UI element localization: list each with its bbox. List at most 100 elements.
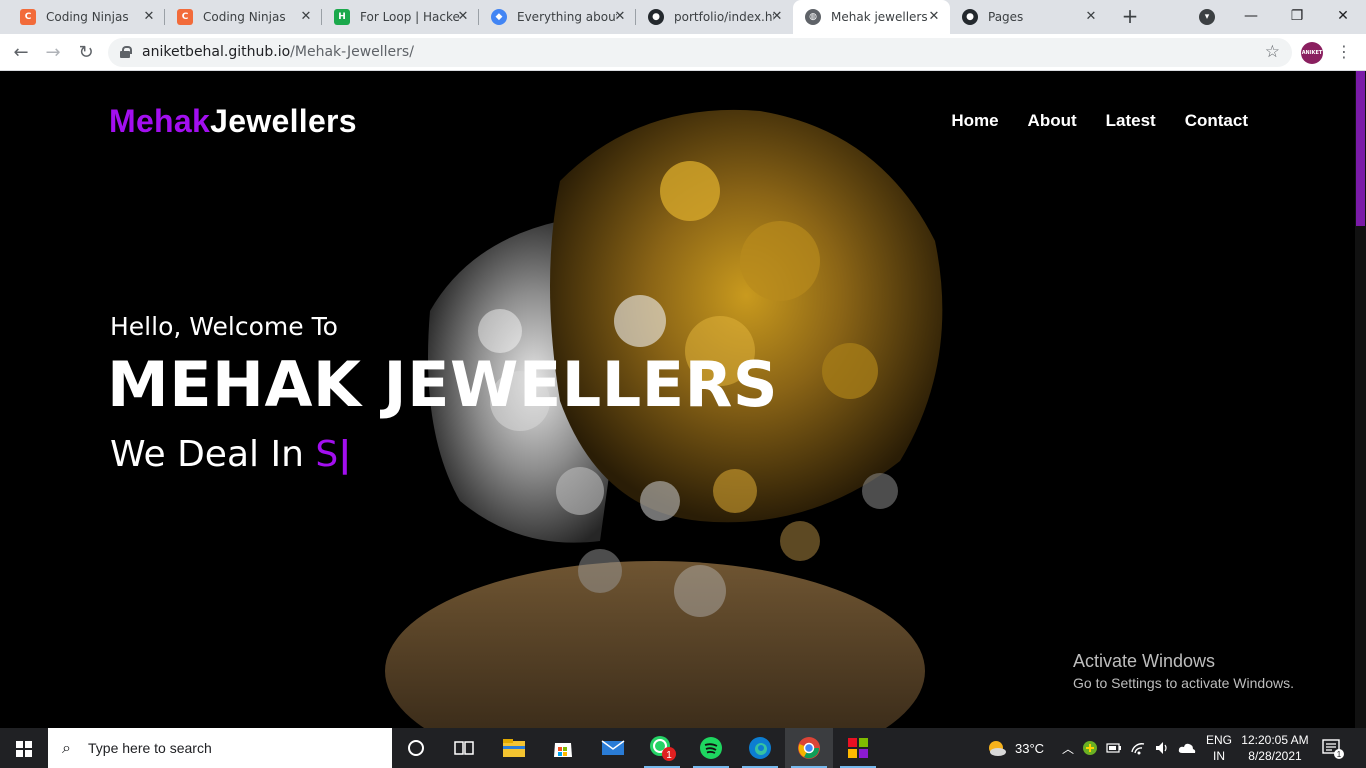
close-tab-icon[interactable]: ✕ xyxy=(141,9,157,25)
whatsapp-icon[interactable]: 1 xyxy=(638,728,686,768)
hero-greeting: Hello, Welcome To xyxy=(110,312,338,341)
lock-icon[interactable] xyxy=(120,46,132,58)
weather-sun-icon xyxy=(989,741,1006,756)
app-grid-icon[interactable] xyxy=(834,728,882,768)
url-text[interactable]: aniketbehal.github.io/Mehak-Jewellers/ xyxy=(142,44,414,60)
close-tab-icon[interactable]: ✕ xyxy=(455,9,471,25)
page-scrollbar[interactable] xyxy=(1355,71,1366,728)
browser-tab[interactable]: ● portfolio/index.ht ✕ xyxy=(636,0,793,34)
browser-tab[interactable]: ◆ Everything about ✕ xyxy=(479,0,636,34)
bookmark-star-icon[interactable]: ☆ xyxy=(1265,42,1280,62)
diamond-favicon-icon: ◆ xyxy=(491,9,507,25)
url-host: aniketbehal.github.io xyxy=(142,44,291,60)
start-button[interactable] xyxy=(0,728,48,768)
clock-time: 12:20:05 AM xyxy=(1241,733,1309,747)
nav-link-home[interactable]: Home xyxy=(951,111,998,131)
site-logo[interactable]: MehakJewellers xyxy=(109,103,357,140)
scrollbar-thumb[interactable] xyxy=(1356,71,1365,226)
onedrive-cloud-icon[interactable] xyxy=(1178,740,1196,756)
github-favicon-icon: ● xyxy=(648,9,664,25)
tab-title: portfolio/index.ht xyxy=(674,10,774,24)
logo-rest-text: Jewellers xyxy=(210,103,357,139)
profile-avatar[interactable]: ANIKET BEHAL xyxy=(1301,42,1323,78)
tab-search-icon[interactable]: ▾ xyxy=(1199,9,1215,25)
coding-ninjas-favicon-icon: C xyxy=(177,9,193,25)
battery-icon[interactable] xyxy=(1106,740,1122,756)
close-tab-icon[interactable]: ✕ xyxy=(769,9,785,25)
activate-windows-watermark: Activate Windows Go to Settings to activ… xyxy=(1073,651,1294,691)
tab-title: Pages xyxy=(988,10,1024,24)
region-code: IN xyxy=(1213,749,1225,763)
minimize-button[interactable]: — xyxy=(1228,0,1274,32)
security-icon[interactable] xyxy=(1082,740,1098,756)
site-nav: Home About Latest Contact xyxy=(951,111,1248,131)
typing-cursor: | xyxy=(338,434,352,475)
close-tab-icon[interactable]: ✕ xyxy=(298,9,314,25)
browser-tab[interactable]: ● Pages ✕ xyxy=(950,0,1107,34)
edge-icon[interactable] xyxy=(736,728,784,768)
chrome-icon[interactable] xyxy=(785,728,833,768)
system-tray-icons: ︿ xyxy=(1062,728,1196,768)
browser-tab[interactable]: C Coding Ninjas ✕ xyxy=(8,0,165,34)
address-bar[interactable]: aniketbehal.github.io/Mehak-Jewellers/ ☆ xyxy=(108,38,1292,67)
cortana-icon[interactable] xyxy=(392,728,440,768)
github-favicon-icon: ● xyxy=(962,9,978,25)
back-arrow-icon[interactable]: ← xyxy=(9,41,33,65)
tab-title: Coding Ninjas xyxy=(46,10,129,24)
clock-date: 8/28/2021 xyxy=(1248,749,1302,763)
tab-title: For Loop | Hacker xyxy=(360,10,460,24)
page-viewport: MehakJewellers Home About Latest Contact… xyxy=(0,71,1355,728)
nav-link-about[interactable]: About xyxy=(1028,111,1077,131)
whatsapp-badge-count: 1 xyxy=(666,750,672,761)
nav-link-latest[interactable]: Latest xyxy=(1106,111,1156,131)
speaker-icon[interactable] xyxy=(1154,740,1170,756)
hackerrank-favicon-icon: H xyxy=(334,9,350,25)
tab-title: Coding Ninjas xyxy=(203,10,286,24)
tab-title: Mehak jewellers xyxy=(831,10,928,24)
chevron-up-icon[interactable]: ︿ xyxy=(1062,740,1074,757)
reload-icon[interactable]: ↻ xyxy=(74,41,98,65)
wifi-icon[interactable] xyxy=(1130,740,1146,756)
close-tab-icon[interactable]: ✕ xyxy=(926,9,942,25)
close-tab-icon[interactable]: ✕ xyxy=(1083,9,1099,25)
forward-arrow-icon[interactable]: → xyxy=(41,41,65,65)
windows-logo-icon xyxy=(16,741,32,757)
nav-link-contact[interactable]: Contact xyxy=(1185,111,1248,131)
file-explorer-icon[interactable] xyxy=(490,728,538,768)
taskbar-search-box[interactable]: ⌕ Type here to search xyxy=(48,728,392,768)
watermark-title: Activate Windows xyxy=(1073,651,1216,671)
deal-prefix: We Deal In xyxy=(110,434,316,475)
task-view-icon[interactable] xyxy=(440,728,488,768)
weather-widget[interactable]: 33°C xyxy=(985,728,1044,768)
browser-tab[interactable]: H For Loop | Hacker ✕ xyxy=(322,0,479,34)
watermark-subtitle: Go to Settings to activate Windows. xyxy=(1073,675,1294,691)
search-placeholder: Type here to search xyxy=(88,740,212,756)
mail-icon[interactable] xyxy=(589,728,637,768)
hero-typing-line: We Deal In S| xyxy=(110,434,351,475)
hero-title: MEHAK JEWELLERS xyxy=(107,348,778,421)
browser-tab-strip: C Coding Ninjas ✕ C Coding Ninjas ✕ H Fo… xyxy=(0,0,1366,34)
close-window-button[interactable]: ✕ xyxy=(1320,0,1366,32)
url-path: /Mehak-Jewellers/ xyxy=(290,44,414,60)
globe-favicon-icon: ◍ xyxy=(805,9,821,25)
notification-count: 1 xyxy=(1337,750,1342,759)
browser-tab-active[interactable]: ◍ Mehak jewellers ✕ xyxy=(793,0,950,34)
microsoft-store-icon[interactable] xyxy=(539,728,587,768)
browser-menu-icon[interactable]: ⋮ xyxy=(1336,42,1352,62)
search-icon: ⌕ xyxy=(62,738,71,757)
language-indicator[interactable]: ENG IN xyxy=(1205,728,1233,768)
windows-taskbar: ⌕ Type here to search 1 33°C ︿ ENG IN 12… xyxy=(0,728,1366,768)
weather-temp: 33°C xyxy=(1015,740,1045,756)
browser-toolbar: ← → ↻ aniketbehal.github.io/Mehak-Jewell… xyxy=(0,34,1366,78)
coding-ninjas-favicon-icon: C xyxy=(20,9,36,25)
browser-tab[interactable]: C Coding Ninjas ✕ xyxy=(165,0,322,34)
spotify-icon[interactable] xyxy=(687,728,735,768)
logo-accent-text: Mehak xyxy=(109,103,211,139)
action-center-button[interactable]: 1 xyxy=(1322,728,1344,768)
tab-title: Everything about xyxy=(517,10,617,24)
clock[interactable]: 12:20:05 AM 8/28/2021 xyxy=(1240,728,1310,768)
restore-button[interactable]: ❐ xyxy=(1274,0,1320,32)
close-tab-icon[interactable]: ✕ xyxy=(612,9,628,25)
new-tab-button[interactable]: + xyxy=(1118,5,1142,29)
typed-text: S xyxy=(315,434,339,475)
